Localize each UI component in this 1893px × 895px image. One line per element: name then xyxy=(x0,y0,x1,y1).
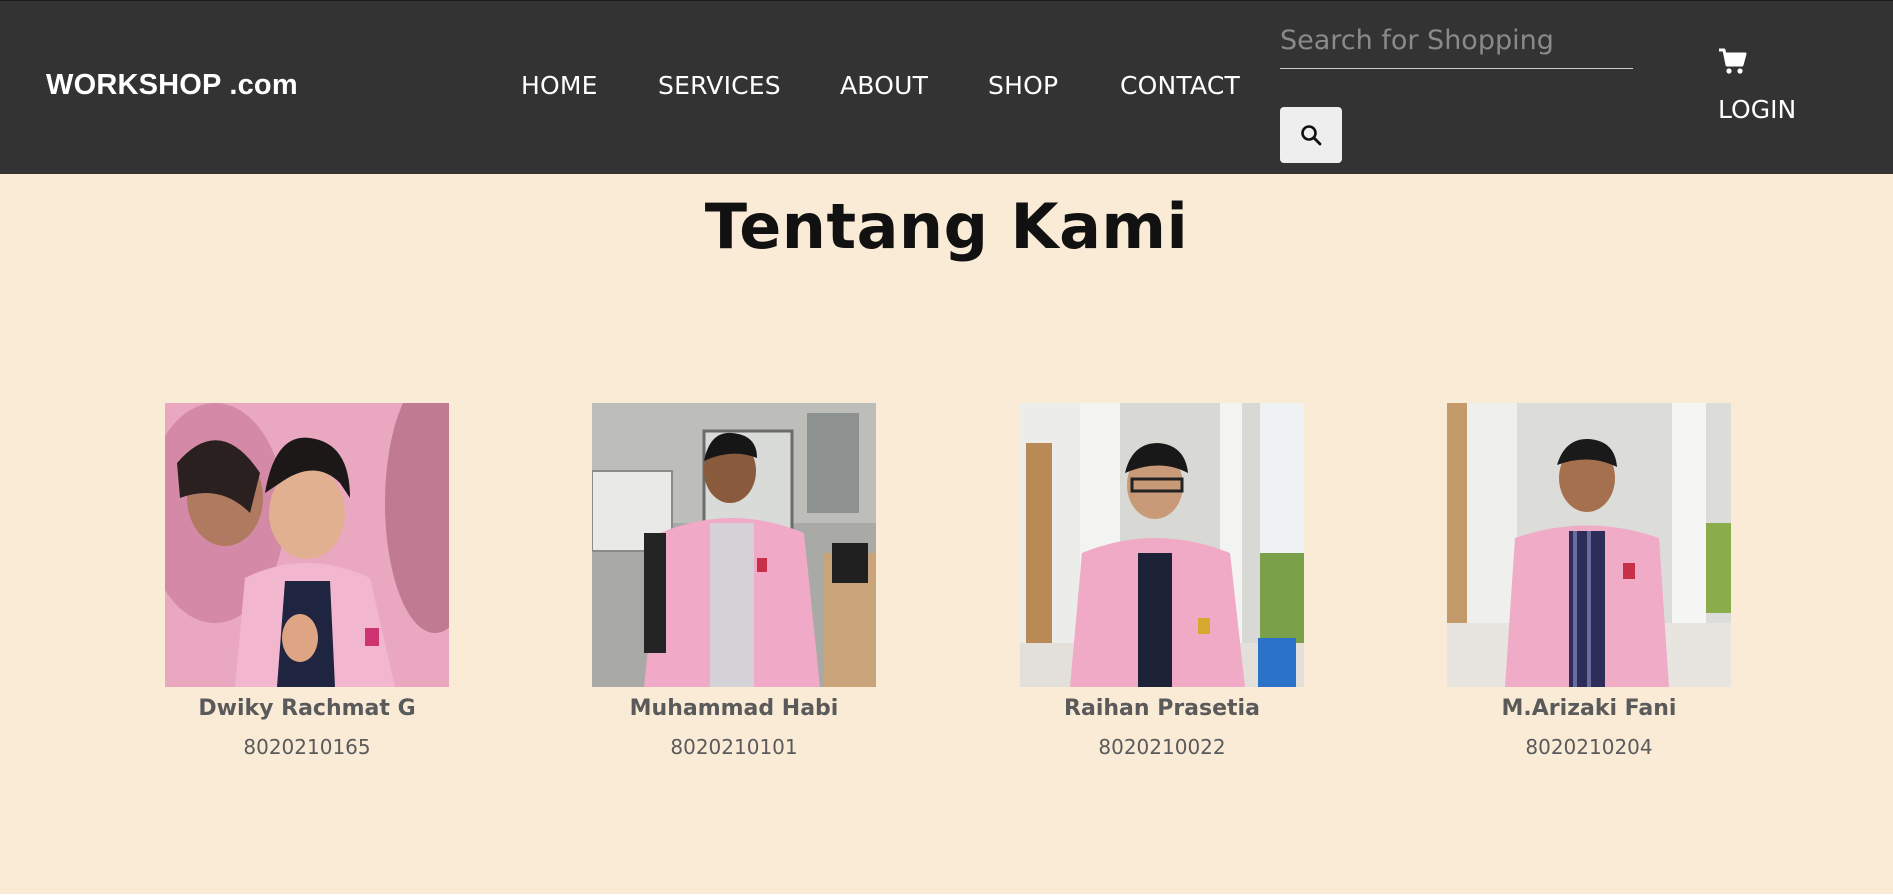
nav-link-home[interactable]: HOME xyxy=(521,71,598,100)
member-photo xyxy=(1020,403,1304,687)
member-name: Dwiky Rachmat G xyxy=(198,696,416,721)
member-photo xyxy=(1447,403,1731,687)
member-card: Muhammad Habi 8020210101 xyxy=(592,403,876,759)
search-icon xyxy=(1301,125,1322,146)
nav-link-services[interactable]: SERVICES xyxy=(658,71,781,100)
navbar: WORKSHOP .com HOME SERVICES ABOUT SHOP C… xyxy=(0,0,1893,174)
about-section: Tentang Kami Dwiky Rachmat G 8020210165 xyxy=(0,174,1893,894)
member-name: Muhammad Habi xyxy=(629,696,839,721)
member-card: Raihan Prasetia 8020210022 xyxy=(1020,403,1304,759)
brand-logo[interactable]: WORKSHOP .com xyxy=(46,69,298,102)
member-name: M.Arizaki Fani xyxy=(1501,696,1677,721)
member-id: 8020210165 xyxy=(243,735,371,759)
member-id: 8020210022 xyxy=(1098,735,1226,759)
member-id: 8020210101 xyxy=(670,735,798,759)
page: WORKSHOP .com HOME SERVICES ABOUT SHOP C… xyxy=(0,0,1893,895)
nav-link-shop[interactable]: SHOP xyxy=(988,71,1058,100)
member-photo xyxy=(165,403,449,687)
member-photo xyxy=(592,403,876,687)
member-card: M.Arizaki Fani 8020210204 xyxy=(1447,403,1731,759)
nav-link-about[interactable]: ABOUT xyxy=(840,71,928,100)
member-id: 8020210204 xyxy=(1525,735,1653,759)
search-button[interactable] xyxy=(1280,107,1342,163)
search-input[interactable] xyxy=(1280,13,1633,69)
member-card: Dwiky Rachmat G 8020210165 xyxy=(165,403,449,759)
page-title: Tentang Kami xyxy=(704,190,1189,263)
login-link[interactable]: LOGIN xyxy=(1718,95,1796,124)
nav-link-contact[interactable]: CONTACT xyxy=(1120,71,1240,100)
cart-icon[interactable] xyxy=(1717,45,1749,77)
member-name: Raihan Prasetia xyxy=(1064,696,1260,721)
